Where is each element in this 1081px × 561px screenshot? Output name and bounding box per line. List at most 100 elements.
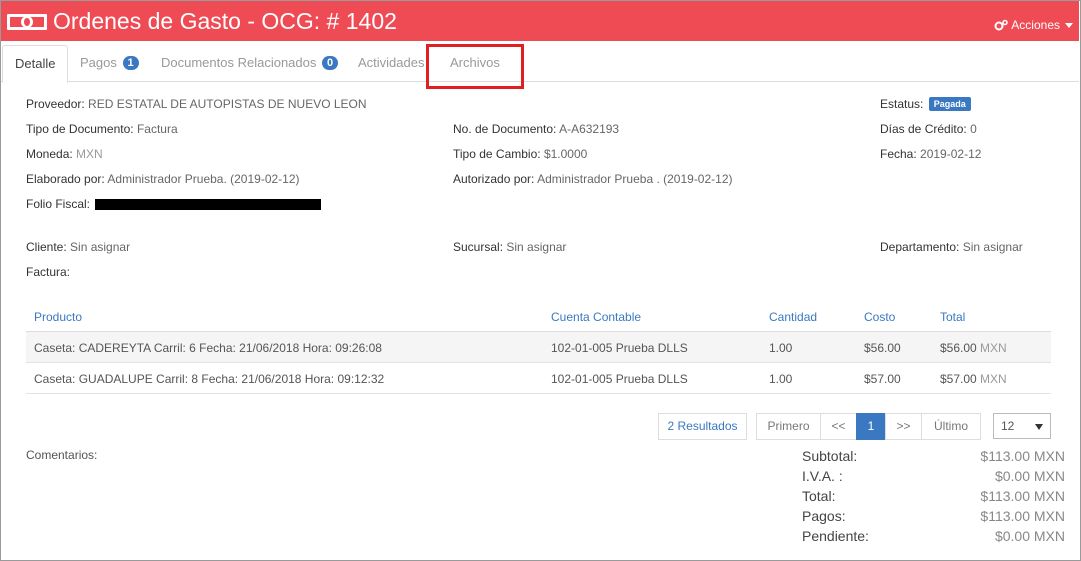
dias-credito-field: Días de Crédito: 0 xyxy=(880,122,977,136)
cell-cuenta: 102-01-005 Prueba DLLS xyxy=(551,341,688,355)
count-badge: 0 xyxy=(322,56,339,70)
cell-cuenta: 102-01-005 Prueba DLLS xyxy=(551,372,688,386)
window-frame xyxy=(0,0,1081,561)
cell-costo: $57.00 xyxy=(864,372,901,386)
cell-costo: $56.00 xyxy=(864,341,901,355)
tab-pagos[interactable]: Pagos 1 xyxy=(80,45,139,82)
currency-label: MXN xyxy=(980,341,1007,355)
chevron-down-icon xyxy=(1065,22,1073,28)
cell-cantidad: 1.00 xyxy=(769,372,793,386)
subtotal-value: $113.00 MXN xyxy=(980,448,1065,464)
tipo-documento-field: Tipo de Documento: Factura xyxy=(26,122,178,136)
field-value: A-A632193 xyxy=(559,122,620,136)
last-page-button[interactable]: Último xyxy=(921,413,981,440)
sucursal-field: Sucursal: Sin asignar xyxy=(453,240,566,254)
total-label: Total: xyxy=(802,488,836,504)
field-label: Estatus: xyxy=(880,97,924,111)
tab-archivos[interactable]: Archivos xyxy=(450,45,500,82)
column-header-costo[interactable]: Costo xyxy=(864,310,895,324)
cliente-field: Cliente: Sin asignar xyxy=(26,240,130,254)
autorizado-field: Autorizado por: Administrador Prueba . (… xyxy=(453,172,733,186)
field-label: Proveedor: xyxy=(26,97,85,111)
field-value: MXN xyxy=(76,147,103,161)
field-value: Sin asignar xyxy=(962,240,1023,254)
field-value: Factura xyxy=(136,122,178,136)
moneda-field: Moneda: MXN xyxy=(26,147,103,161)
field-value: Sin asignar xyxy=(506,240,567,254)
field-label: Días de Crédito: xyxy=(880,122,967,136)
pagos-value: $113.00 MXN xyxy=(980,508,1065,524)
fecha-field: Fecha: 2019-02-12 xyxy=(880,147,981,161)
table-row[interactable]: Caseta: GUADALUPE Carril: 8 Fecha: 21/06… xyxy=(26,363,1051,394)
table-header-row: Producto Cuenta Contable Cantidad Costo … xyxy=(26,303,1051,332)
field-value: Administrador Prueba . (2019-02-12) xyxy=(537,172,733,186)
money-icon xyxy=(7,14,47,30)
iva-value: $0.00 MXN xyxy=(994,468,1065,484)
field-value: Sin asignar xyxy=(70,240,131,254)
field-label: Departamento: xyxy=(880,240,960,254)
page-header: Ordenes de Gasto - OCG: # 1402 Acciones xyxy=(1,1,1079,41)
departamento-field: Departamento: Sin asignar xyxy=(880,240,1023,254)
total-amount: $57.00 xyxy=(940,372,977,386)
tab-bar: Detalle Pagos 1 Documentos Relacionados … xyxy=(1,42,1079,83)
first-page-button[interactable]: Primero xyxy=(756,413,821,440)
folio-fiscal-field: Folio Fiscal: xyxy=(26,197,322,211)
field-label: Moneda: xyxy=(26,147,73,161)
subtotal-label: Subtotal: xyxy=(802,448,858,464)
cell-producto: Caseta: GUADALUPE Carril: 8 Fecha: 21/06… xyxy=(34,372,385,386)
field-label: Autorizado por: xyxy=(453,172,535,186)
tab-label: Archivos xyxy=(450,55,500,70)
field-label: Cliente: xyxy=(26,240,67,254)
chevron-down-icon xyxy=(1035,424,1043,430)
field-label: Tipo de Cambio: xyxy=(453,147,541,161)
tipo-cambio-field: Tipo de Cambio: $1.0000 xyxy=(453,147,587,161)
tab-detalle[interactable]: Detalle xyxy=(2,45,69,83)
field-value: Administrador Prueba. (2019-02-12) xyxy=(107,172,300,186)
field-value: RED ESTATAL DE AUTOPISTAS DE NUEVO LEON xyxy=(88,97,367,111)
column-header-total[interactable]: Total xyxy=(940,310,965,324)
page-size-select[interactable]: 12 xyxy=(993,413,1051,439)
field-label: Sucursal: xyxy=(453,240,504,254)
pagos-label: Pagos: xyxy=(802,508,846,524)
field-label: Folio Fiscal: xyxy=(26,197,91,211)
actions-label: Acciones xyxy=(1011,18,1060,32)
tab-documentos-relacionados[interactable]: Documentos Relacionados 0 xyxy=(161,45,339,82)
column-header-cantidad[interactable]: Cantidad xyxy=(769,310,817,324)
tab-label: Detalle xyxy=(15,56,56,71)
results-count-button[interactable]: 2 Resultados xyxy=(658,413,747,440)
gears-icon xyxy=(994,19,1009,31)
redacted-value xyxy=(95,199,322,210)
total-value: $113.00 MXN xyxy=(980,488,1065,504)
currency-label: MXN xyxy=(980,372,1007,386)
cell-producto: Caseta: CADEREYTA Carril: 6 Fecha: 21/06… xyxy=(34,341,382,355)
tab-label: Pagos xyxy=(80,55,117,70)
column-header-producto[interactable]: Producto xyxy=(34,310,82,324)
actions-menu-button[interactable]: Acciones xyxy=(994,18,1073,32)
cell-total: $57.00 MXN xyxy=(940,372,1007,386)
elaborado-field: Elaborado por: Administrador Prueba. (20… xyxy=(26,172,300,186)
factura-field: Factura: xyxy=(26,265,70,279)
count-badge: 1 xyxy=(122,56,139,70)
page-title: Ordenes de Gasto - OCG: # 1402 xyxy=(53,8,397,34)
total-amount: $56.00 xyxy=(940,341,977,355)
iva-label: I.V.A. : xyxy=(802,468,843,484)
field-label: Factura: xyxy=(26,265,71,279)
prev-page-button[interactable]: << xyxy=(820,413,857,440)
cell-total: $56.00 MXN xyxy=(940,341,1007,355)
comentarios-label: Comentarios: xyxy=(26,448,98,462)
estatus-field: Estatus: Pagada xyxy=(880,97,971,111)
proveedor-field: Proveedor: RED ESTATAL DE AUTOPISTAS DE … xyxy=(26,97,367,111)
field-value: 0 xyxy=(970,122,977,136)
status-badge: Pagada xyxy=(928,97,971,111)
page-1-button[interactable]: 1 xyxy=(856,413,886,440)
tab-actividades[interactable]: Actividades xyxy=(358,45,424,82)
no-documento-field: No. de Documento: A-A632193 xyxy=(453,122,619,136)
column-header-cuenta[interactable]: Cuenta Contable xyxy=(551,310,641,324)
table-row[interactable]: Caseta: CADEREYTA Carril: 6 Fecha: 21/06… xyxy=(26,332,1051,363)
next-page-button[interactable]: >> xyxy=(885,413,922,440)
tab-label: Actividades xyxy=(358,55,425,70)
field-label: Elaborado por: xyxy=(26,172,105,186)
pendiente-value: $0.00 MXN xyxy=(994,528,1065,544)
pendiente-label: Pendiente: xyxy=(802,528,869,544)
field-label: Tipo de Documento: xyxy=(26,122,134,136)
